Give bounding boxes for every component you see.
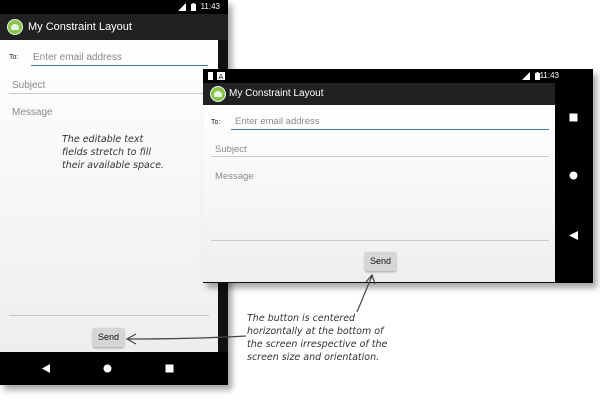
callout-arrows [125, 273, 376, 345]
arrow-to-landscape-button [356, 275, 373, 313]
arrow-to-portrait-button [127, 335, 247, 340]
